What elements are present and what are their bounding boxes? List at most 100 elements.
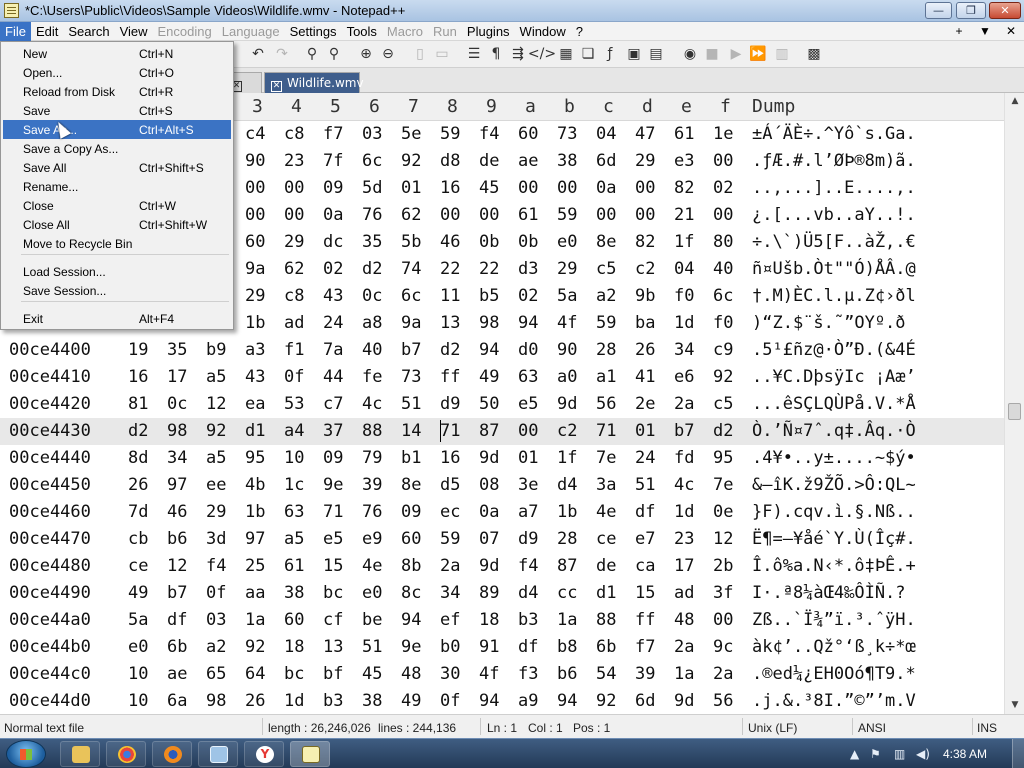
hex-byte[interactable]: 18 [479, 610, 499, 630]
file-menu-item-close[interactable]: Close Ctrl+W [3, 196, 231, 215]
hex-byte[interactable]: d9 [440, 394, 460, 414]
hex-byte[interactable]: 0a [323, 205, 343, 225]
run-macro-multiple-icon[interactable]: ⏩ [748, 44, 768, 64]
hex-byte[interactable]: 2e [635, 394, 655, 414]
document-map-icon[interactable]: ▦ [556, 44, 576, 64]
hex-byte[interactable]: d2 [362, 259, 382, 279]
hex-byte[interactable]: be [362, 610, 382, 630]
hex-byte[interactable]: df [518, 637, 538, 657]
menu-help[interactable]: ? [571, 22, 588, 41]
hex-byte[interactable]: cb [128, 529, 148, 549]
hex-byte[interactable]: e7 [635, 529, 655, 549]
hex-byte[interactable]: b9 [206, 340, 226, 360]
hex-byte[interactable]: 6c [362, 151, 382, 171]
hex-byte[interactable]: 29 [284, 232, 304, 252]
hex-byte[interactable]: f4 [479, 124, 499, 144]
hex-byte[interactable]: 62 [284, 259, 304, 279]
hex-byte[interactable]: 92 [245, 637, 265, 657]
hex-byte[interactable]: 98 [167, 421, 187, 441]
hex-byte[interactable]: 94 [479, 340, 499, 360]
show-desktop-button[interactable] [1012, 739, 1024, 768]
hex-byte[interactable]: 15 [323, 556, 343, 576]
hex-byte[interactable]: ba [635, 313, 655, 333]
hex-byte[interactable]: 0b [479, 232, 499, 252]
hex-byte[interactable]: 9e [401, 637, 421, 657]
hex-byte[interactable]: 39 [362, 475, 382, 495]
file-menu-item-rename[interactable]: Rename... [3, 177, 231, 196]
hex-byte[interactable]: 01 [401, 178, 421, 198]
hex-byte[interactable]: 4f [479, 664, 499, 684]
hex-byte[interactable]: f1 [284, 340, 304, 360]
hex-byte[interactable]: 4f [557, 313, 577, 333]
hex-byte[interactable]: d8 [440, 151, 460, 171]
hex-row[interactable]: 00ce4490 49 b7 0f aa 38 bc e0 8c 34 89 d4 cc d1 15 ad 3f… [0, 580, 1004, 607]
taskbar-chrome-button[interactable] [106, 741, 146, 767]
word-wrap-icon[interactable]: ☰ [464, 44, 484, 64]
hex-byte[interactable]: 51 [362, 637, 382, 657]
taskbar-notepad-plus-plus-button[interactable] [290, 741, 330, 767]
hex-byte[interactable]: ff [635, 610, 655, 630]
close-document-icon[interactable]: ✕ [998, 22, 1024, 41]
hex-byte[interactable]: 13 [323, 637, 343, 657]
zoom-in-icon[interactable]: ⊕ [356, 44, 376, 64]
hex-byte[interactable]: 71 [323, 502, 343, 522]
hex-byte[interactable]: 40 [713, 259, 733, 279]
hex-byte[interactable]: 2a [713, 664, 733, 684]
hex-byte[interactable]: 76 [362, 205, 382, 225]
hex-byte[interactable]: 09 [323, 448, 343, 468]
hex-byte[interactable]: 1e [713, 124, 733, 144]
hex-byte[interactable]: 90 [245, 151, 265, 171]
hex-byte[interactable]: aa [245, 583, 265, 603]
hex-byte[interactable]: 02 [323, 259, 343, 279]
hex-byte[interactable]: 48 [674, 610, 694, 630]
hex-byte[interactable]: f4 [518, 556, 538, 576]
hex-byte[interactable]: 3e [518, 475, 538, 495]
hex-byte[interactable]: 59 [440, 529, 460, 549]
hex-byte[interactable]: 65 [206, 664, 226, 684]
find-icon[interactable]: ⚲ [302, 44, 322, 64]
hex-byte[interactable]: 23 [284, 151, 304, 171]
hex-byte[interactable]: 9d [479, 448, 499, 468]
menu-search[interactable]: Search [63, 22, 114, 41]
hex-byte[interactable]: cc [557, 583, 577, 603]
hex-byte[interactable]: 97 [245, 529, 265, 549]
hex-byte[interactable]: 03 [206, 610, 226, 630]
hex-byte[interactable]: 16 [128, 367, 148, 387]
hex-byte[interactable]: fd [674, 448, 694, 468]
hex-byte[interactable]: 5d [362, 178, 382, 198]
hex-byte[interactable]: 49 [479, 367, 499, 387]
hex-byte[interactable]: ea [245, 394, 265, 414]
hex-byte[interactable]: d1 [596, 583, 616, 603]
file-menu-item-save[interactable]: Save Ctrl+S [3, 101, 231, 120]
hex-row[interactable]: 00ce4480 ce 12 f4 25 61 15 4e 8b 2a 9d f4 87 de ca 17 2b… [0, 553, 1004, 580]
hex-byte[interactable]: 10 [284, 448, 304, 468]
hex-byte[interactable]: 46 [440, 232, 460, 252]
hex-byte[interactable]: e5 [323, 529, 343, 549]
menu-file[interactable]: File [0, 21, 31, 41]
hex-byte[interactable]: f0 [674, 286, 694, 306]
hex-byte[interactable]: 30 [440, 664, 460, 684]
hex-byte[interactable]: 24 [635, 448, 655, 468]
hex-byte[interactable]: f3 [518, 664, 538, 684]
hex-byte[interactable]: 60 [284, 610, 304, 630]
hex-byte[interactable]: b7 [167, 583, 187, 603]
hex-byte[interactable]: 41 [635, 367, 655, 387]
action-center-flag-icon[interactable]: ⚑ [870, 747, 881, 761]
hex-byte[interactable]: 6c [401, 286, 421, 306]
hex-byte[interactable]: 74 [401, 259, 421, 279]
hex-byte[interactable]: 0c [167, 394, 187, 414]
hex-byte[interactable]: 00 [713, 151, 733, 171]
hex-byte[interactable]: ad [284, 313, 304, 333]
file-menu-item-load-session[interactable]: Load Session... [3, 262, 231, 281]
maximize-button[interactable]: ❐ [956, 2, 986, 19]
hex-byte[interactable]: 26 [635, 340, 655, 360]
hex-byte[interactable]: 49 [128, 583, 148, 603]
hex-byte[interactable]: b1 [401, 448, 421, 468]
hex-byte[interactable]: 34 [674, 340, 694, 360]
hex-byte[interactable]: 9c [713, 637, 733, 657]
hex-byte[interactable]: 12 [713, 529, 733, 549]
hex-byte[interactable]: f7 [635, 637, 655, 657]
hex-byte[interactable]: 1b [245, 502, 265, 522]
hex-byte[interactable]: a7 [518, 502, 538, 522]
menu-settings[interactable]: Settings [285, 22, 342, 41]
